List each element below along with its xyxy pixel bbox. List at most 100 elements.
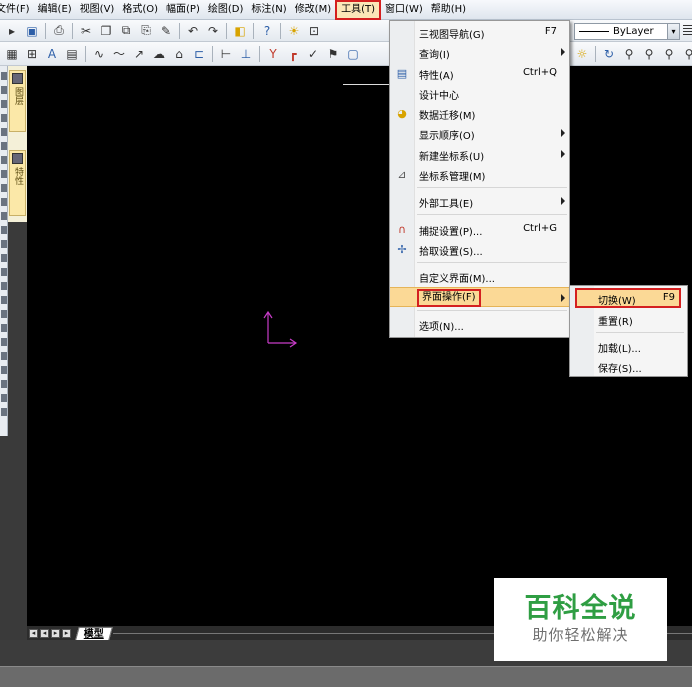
menu-edit[interactable]: 编辑(E) <box>34 0 76 20</box>
grid-icon[interactable]: ⊞ <box>24 46 40 62</box>
frame-icon[interactable]: ▢ <box>345 46 361 62</box>
cut-icon[interactable]: ✂ <box>78 23 94 39</box>
table-icon[interactable]: ▦ <box>4 46 20 62</box>
match-properties-icon[interactable]: ✎ <box>158 23 174 39</box>
tool-icon[interactable] <box>1 324 7 332</box>
tool-icon[interactable] <box>1 352 7 360</box>
menu-item-snap-settings[interactable]: ∩ 捕捉设置(P)... Ctrl+G <box>390 219 569 239</box>
zoom-extents-icon[interactable]: ⚲ <box>661 46 677 62</box>
wave-line-icon[interactable]: 〜 <box>111 46 127 62</box>
tool-icon[interactable] <box>1 170 7 178</box>
paste-icon[interactable]: ⧉ <box>118 23 134 39</box>
menu-view[interactable]: 视图(V) <box>76 0 119 20</box>
zoom-icon[interactable]: ⚲ <box>621 46 637 62</box>
tool-icon[interactable] <box>1 366 7 374</box>
tool-icon[interactable] <box>1 394 7 402</box>
tool-icon[interactable] <box>1 338 7 346</box>
menu-item-pick-settings[interactable]: ✢ 拾取设置(S)... <box>390 239 569 259</box>
help-icon[interactable]: ? <box>259 23 275 39</box>
menu-help[interactable]: 帮助(H) <box>427 0 470 20</box>
dimension-icon[interactable]: ⊢ <box>218 46 234 62</box>
menu-item-interface-ops[interactable]: 界面操作(F) <box>390 287 569 307</box>
menu-item-3view-nav[interactable]: 三视图导航(G) F7 <box>390 22 569 42</box>
tool-icon[interactable] <box>1 240 7 248</box>
tool-icon[interactable] <box>1 114 7 122</box>
tool-icon[interactable] <box>1 226 7 234</box>
tool-icon[interactable] <box>1 198 7 206</box>
last-tab-icon[interactable]: ▸ <box>62 628 71 638</box>
design-center-icon[interactable]: ◧ <box>232 23 248 39</box>
first-tab-icon[interactable]: ◂ <box>29 628 38 638</box>
menu-dimension[interactable]: 标注(N) <box>247 0 290 20</box>
menu-item-ucs-manager[interactable]: ⊿ 坐标系管理(M) <box>390 164 569 184</box>
palette-tab-layer[interactable]: 图层 <box>9 70 26 132</box>
layer-on-icon[interactable]: ☀ <box>286 23 302 39</box>
redraw-icon[interactable]: ☼ <box>574 46 590 62</box>
tool-icon[interactable] <box>1 184 7 192</box>
ordinate-icon[interactable]: ⊥ <box>238 46 254 62</box>
menu-tools[interactable]: 工具(T) <box>335 0 382 20</box>
tool-icon[interactable] <box>1 296 7 304</box>
redo-icon[interactable]: ↷ <box>205 23 221 39</box>
tool-icon[interactable] <box>1 72 7 80</box>
tool-icon[interactable] <box>1 310 7 318</box>
check-icon[interactable]: ✓ <box>305 46 321 62</box>
menu-item-customize-ui[interactable]: 自定义界面(M)... <box>390 266 569 286</box>
menu-item-options[interactable]: 选项(N)... <box>390 314 569 334</box>
leader-icon[interactable]: ↗ <box>131 46 147 62</box>
copy-icon[interactable]: ❐ <box>98 23 114 39</box>
tool-icon[interactable] <box>1 212 7 220</box>
tool-icon[interactable] <box>1 100 7 108</box>
menu-draw[interactable]: 绘图(D) <box>204 0 248 20</box>
tool-icon[interactable] <box>1 254 7 262</box>
insert-icon[interactable]: ⊏ <box>191 46 207 62</box>
chevron-down-icon[interactable]: ▾ <box>667 24 679 39</box>
save-icon[interactable]: ▣ <box>24 23 40 39</box>
submenu-item-switch[interactable]: 切换(W) F9 <box>575 288 681 308</box>
submenu-item-load[interactable]: 加载(L)... <box>570 336 687 356</box>
menu-item-new-ucs[interactable]: 新建坐标系(U) <box>390 144 569 164</box>
palette-tab-properties[interactable]: 特性 <box>9 150 26 216</box>
tool-icon[interactable] <box>1 408 7 416</box>
menu-sheet[interactable]: 幅面(P) <box>162 0 204 20</box>
zoom-previous-icon[interactable]: ⚲ <box>681 46 692 62</box>
revcloud-icon[interactable]: ☁ <box>151 46 167 62</box>
menu-item-data-migration[interactable]: ◕ 数据迁移(M) <box>390 103 569 123</box>
menu-modify[interactable]: 修改(M) <box>291 0 335 20</box>
fillet-icon[interactable]: ┏ <box>285 46 301 62</box>
tool-icon[interactable] <box>1 142 7 150</box>
tool-icon[interactable] <box>1 86 7 94</box>
tool-icon[interactable] <box>1 268 7 276</box>
prev-tab-icon[interactable]: ◂ <box>40 628 49 638</box>
menu-format[interactable]: 格式(O) <box>118 0 162 20</box>
print-icon[interactable]: ⎙ <box>51 23 67 39</box>
tool-icon[interactable] <box>1 282 7 290</box>
text-icon[interactable]: A <box>44 46 60 62</box>
tool-icon[interactable] <box>1 128 7 136</box>
menu-item-inquiry[interactable]: 查询(I) <box>390 42 569 62</box>
menu-item-draw-order[interactable]: 显示顺序(O) <box>390 123 569 143</box>
zoom-window-icon[interactable]: ⚲ <box>641 46 657 62</box>
lineweight-icon[interactable] <box>683 25 692 37</box>
menu-window[interactable]: 窗口(W) <box>381 0 427 20</box>
block-icon[interactable]: ⌂ <box>171 46 187 62</box>
menu-item-properties[interactable]: ▤ 特性(A) Ctrl+Q <box>390 63 569 83</box>
menu-item-external-tools[interactable]: 外部工具(E) <box>390 191 569 211</box>
tool-icon[interactable] <box>1 156 7 164</box>
submenu-item-save[interactable]: 保存(S)... <box>570 356 687 376</box>
marker-icon[interactable]: ⚑ <box>325 46 341 62</box>
layer-lock-icon[interactable]: ⊡ <box>306 23 322 39</box>
tab-model[interactable]: 模型 <box>75 626 113 640</box>
lineweight-select[interactable]: ByLayer ▾ <box>574 23 680 40</box>
trim-icon[interactable]: Y <box>265 46 281 62</box>
attribute-icon[interactable]: ▤ <box>64 46 80 62</box>
next-tab-icon[interactable]: ▸ <box>51 628 60 638</box>
menu-file[interactable]: 文件(F) <box>0 0 34 20</box>
open-icon[interactable]: ▸ <box>4 23 20 39</box>
copy-clip-icon[interactable]: ⎘ <box>138 23 154 39</box>
tool-icon[interactable] <box>1 380 7 388</box>
undo-icon[interactable]: ↶ <box>185 23 201 39</box>
menu-item-design-center[interactable]: 设计中心 <box>390 83 569 103</box>
pan-icon[interactable]: ↻ <box>601 46 617 62</box>
spline-icon[interactable]: ∿ <box>91 46 107 62</box>
